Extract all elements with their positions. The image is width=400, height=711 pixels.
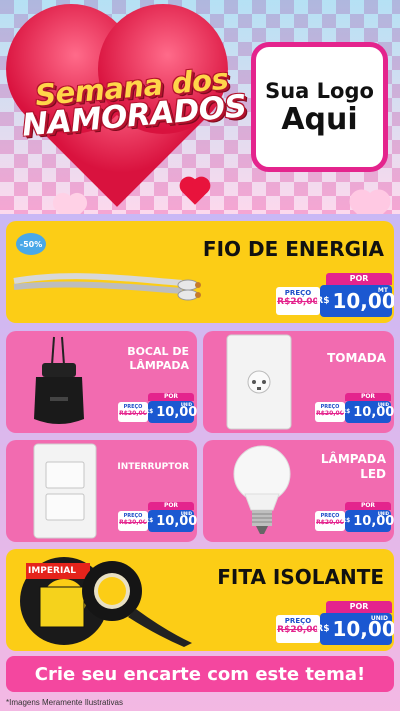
currency-symbol: R$	[316, 296, 330, 306]
product-name: LÂMPADA LED	[320, 452, 386, 481]
price-por-label: POR	[345, 502, 391, 510]
preco-label: PREÇO	[284, 289, 312, 297]
led-bulb-image	[233, 445, 291, 534]
logo-placeholder[interactable]: Sua Logo Aqui	[251, 42, 388, 172]
price-tag: POR PREÇO R$20,00 R$ 10,00 UNID	[315, 502, 394, 532]
old-price-box: PREÇO R$20,00	[118, 511, 148, 531]
product-card-tomada[interactable]: TOMADA POR PREÇO R$20,00 R$ 10,00 UNID	[203, 331, 394, 433]
product-card-lampada[interactable]: LÂMPADA LED POR PREÇO R$20,00 R$ 10,00 U…	[203, 440, 394, 542]
heart-icon	[353, 193, 387, 214]
product-name: FITA ISOLANTE	[217, 565, 384, 589]
old-price-box: PREÇO R$20,00	[276, 615, 320, 643]
old-price-box: PREÇO R$20,00	[276, 287, 320, 315]
tape-brand: IMPERIAL	[28, 566, 77, 576]
unit-label: UNID	[377, 402, 389, 407]
currency-symbol: R$	[316, 624, 330, 634]
price-por-label: POR	[148, 393, 194, 401]
product-card-fita[interactable]: IMPERIAL FITA ISOLANTE POR PREÇO R$20,00…	[6, 549, 394, 651]
preco-label: PREÇO	[284, 617, 312, 625]
old-price-box: PREÇO R$20,00	[315, 511, 345, 531]
old-price: R$20,00	[277, 625, 319, 635]
currency-symbol: R$	[341, 518, 351, 524]
unit-label: UNID	[180, 402, 192, 407]
header-banner: Semana dos NAMORADOS Sua Logo Aqui	[0, 0, 400, 214]
price-tag: POR PREÇO R$20,00 R$ 10,00 UNID	[118, 502, 197, 532]
logo-line-1: Sua Logo	[265, 78, 374, 103]
product-card-bocal[interactable]: BOCAL DE LÂMPADA POR PREÇO R$20,00 R$ 10…	[6, 331, 197, 433]
old-price: R$20,00	[119, 410, 147, 417]
logo-line-2: Aqui	[281, 101, 358, 137]
currency-symbol: R$	[341, 409, 351, 415]
product-name: INTERRUPTOR	[117, 462, 189, 472]
old-price: R$20,00	[316, 410, 344, 417]
disclaimer-note: *Imagens Meramente Ilustrativas	[6, 698, 123, 707]
product-name: BOCAL DE LÂMPADA	[127, 345, 189, 372]
unit-label: UNID	[377, 511, 389, 516]
cta-banner[interactable]: Crie seu encarte com este tema!	[6, 656, 394, 692]
product-name: FIO DE ENERGIA	[202, 237, 384, 261]
socket-image	[34, 336, 84, 424]
price-por-label: POR	[326, 273, 392, 285]
currency-symbol: R$	[144, 409, 154, 415]
old-price: R$20,00	[316, 519, 344, 526]
outlet-image	[226, 334, 292, 430]
price-tag: POR PREÇO R$20,00 R$ 10,00 MT	[276, 273, 394, 317]
price-tag: POR PREÇO R$20,00 R$ 10,00 UNID	[315, 393, 394, 423]
unit-label: UNID	[180, 511, 192, 516]
old-price: R$20,00	[277, 297, 319, 307]
unit-label: UNID	[370, 615, 388, 622]
price-por-label: POR	[148, 502, 194, 510]
wire-image	[13, 273, 201, 301]
price-tag: POR PREÇO R$20,00 R$ 10,00 UNID	[118, 393, 197, 423]
currency-symbol: R$	[144, 518, 154, 524]
old-price: R$20,00	[119, 519, 147, 526]
product-card-fio[interactable]: -50% FIO DE ENERGIA POR PREÇO R$20,00 R$…	[6, 221, 394, 323]
unit-label: MT	[377, 287, 388, 294]
price-tag: POR PREÇO R$20,00 R$ 10,00 UNID	[276, 601, 394, 645]
old-price-box: PREÇO R$20,00	[315, 402, 345, 422]
old-price-box: PREÇO R$20,00	[118, 402, 148, 422]
switch-image	[33, 443, 97, 539]
price-por-label: POR	[345, 393, 391, 401]
heart-icon	[55, 195, 85, 214]
product-name: TOMADA	[327, 351, 386, 365]
price-por-label: POR	[326, 601, 392, 613]
product-card-interruptor[interactable]: INTERRUPTOR POR PREÇO R$20,00 R$ 10,00 U…	[6, 440, 197, 542]
